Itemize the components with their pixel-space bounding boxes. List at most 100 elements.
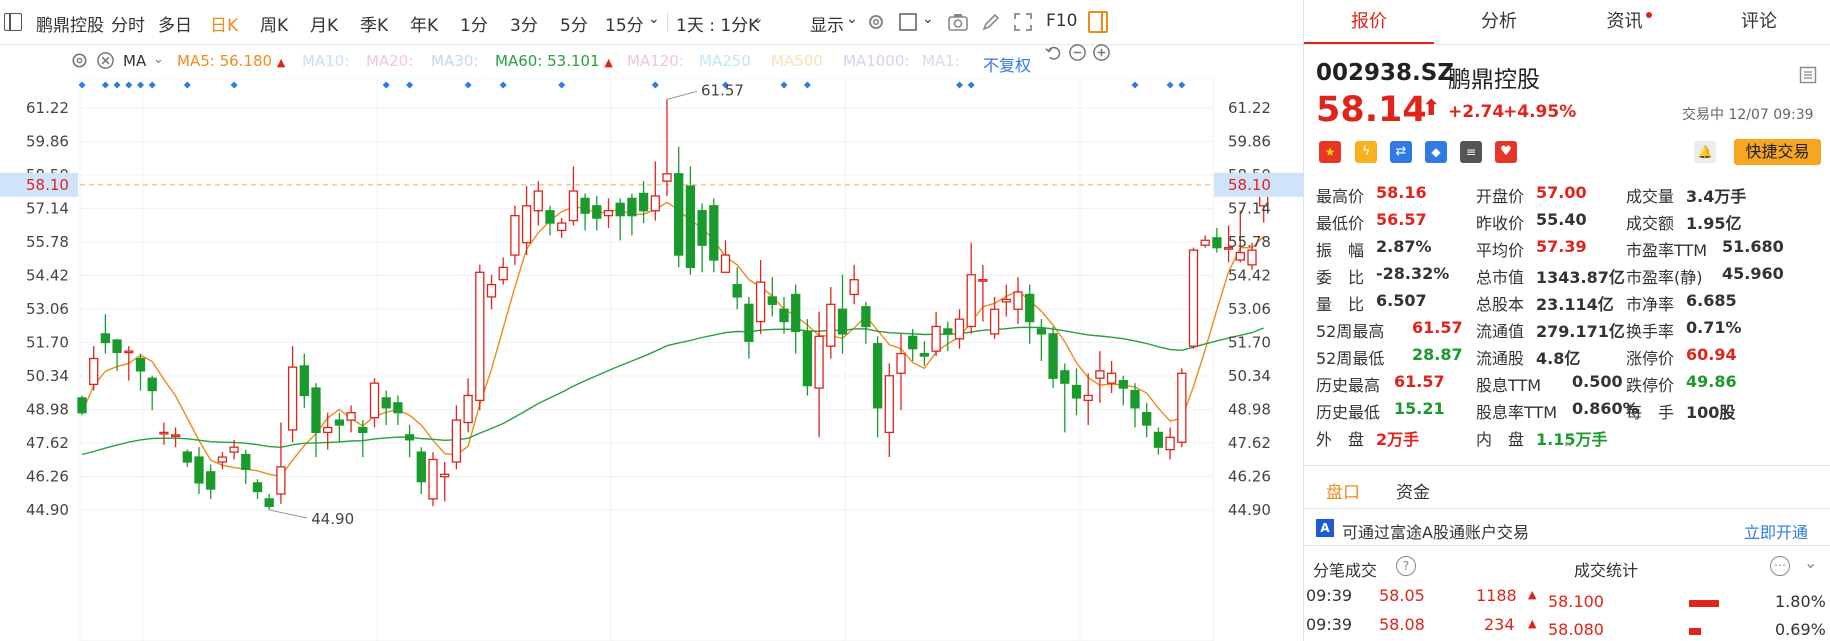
candle-body [475, 271, 485, 402]
quote-field-label: 最低价 [1316, 214, 1365, 233]
sidebar-toggle-icon[interactable] [4, 13, 22, 31]
quote-field-value: 23.114亿 [1536, 295, 1614, 314]
period-tab-3min[interactable]: 3分 [510, 11, 538, 36]
lightning-icon[interactable]: ϟ [1355, 141, 1377, 163]
chevron-down-icon[interactable]: ⌄ [153, 52, 164, 67]
period-tab-multiday[interactable]: 多日 [158, 11, 192, 36]
candle [1083, 373, 1093, 426]
chevron-down-icon[interactable]: ⌄ [922, 11, 934, 27]
bell-icon[interactable]: 🔔 [1694, 141, 1716, 163]
chevron-down-icon[interactable]: ⌄ [648, 11, 660, 27]
more-icon[interactable]: ⋯ [1770, 556, 1790, 576]
quote-field-value: 61.57 [1394, 372, 1445, 391]
chevron-down-icon[interactable]: ⌄ [846, 11, 858, 27]
kline-chart[interactable]: 61.5744.90 61.2259.8658.5057.1455.7854.4… [0, 78, 1303, 641]
candles [77, 99, 1269, 510]
period-tab-daily[interactable]: 日K [210, 11, 238, 36]
subtab-capital[interactable]: 资金 [1396, 478, 1430, 503]
candle [252, 479, 263, 499]
candle [826, 287, 836, 359]
event-marker [230, 81, 238, 89]
display-menu[interactable]: 显示 [810, 11, 844, 36]
candle [451, 405, 462, 470]
candle-body [463, 394, 473, 424]
candle-body [1048, 333, 1058, 379]
period-tab-15min[interactable]: 15分 [605, 11, 644, 36]
candle [978, 264, 988, 322]
candle [147, 375, 157, 411]
candle [896, 333, 906, 411]
tab-quote[interactable]: 报价 [1304, 0, 1434, 44]
candle-body [861, 306, 871, 328]
period-tab-5min[interactable]: 5分 [560, 11, 588, 36]
quick-trade-button[interactable]: 快捷交易 [1734, 139, 1821, 165]
event-marker [1131, 81, 1139, 89]
period-tab-weekly[interactable]: 周K [260, 11, 288, 36]
candle-body [744, 303, 754, 342]
candle-body [416, 451, 426, 483]
candle [358, 420, 368, 458]
tab-analysis[interactable]: 分析 [1434, 0, 1564, 44]
chevron-down-icon[interactable]: ⌄ [752, 11, 764, 27]
price-up-arrow-icon: ⬆ [1422, 96, 1441, 121]
favorite-heart-icon[interactable]: ♥ [1495, 141, 1517, 163]
period-tab-intraday[interactable]: 分时 [111, 11, 145, 36]
gear-icon[interactable] [70, 51, 89, 70]
stock-name-tab[interactable]: 鹏鼎控股 [36, 11, 104, 36]
period-tab-monthly[interactable]: 月K [310, 11, 338, 36]
candle [732, 267, 742, 310]
y-tick-label: 48.98 [1228, 401, 1271, 419]
tag-icon[interactable]: ◆ [1425, 141, 1447, 163]
candle-body [1095, 370, 1105, 379]
shuffle-icon[interactable]: ⇄ [1390, 141, 1412, 163]
y-tick-label: 59.86 [1228, 133, 1271, 151]
candle-body [206, 471, 216, 490]
ma-selector[interactable]: MA [123, 52, 146, 70]
chart-annotations: 61.57 44.90 [269, 81, 744, 528]
chevron-up-icon[interactable]: ⌃ [1562, 441, 1574, 457]
candle-body [580, 197, 590, 214]
period-tab-yearly[interactable]: 年K [410, 11, 438, 36]
period-tab-quarterly[interactable]: 季K [360, 11, 388, 36]
tab-news[interactable]: 资讯 [1564, 0, 1694, 44]
candle-body [194, 456, 204, 484]
help-icon[interactable]: ? [1396, 556, 1416, 576]
candle [791, 284, 801, 354]
period-tab-1min[interactable]: 1分 [460, 11, 488, 36]
chevron-down-icon[interactable]: ⌄ [1804, 553, 1817, 572]
f10-button[interactable]: F10 [1046, 11, 1077, 31]
quote-field-label: 股息TTM [1476, 376, 1542, 395]
open-account-link[interactable]: 立即开通 [1744, 519, 1808, 543]
adjust-mode-button[interactable]: 不复权 [983, 52, 1031, 76]
fullscreen-icon[interactable] [1013, 12, 1033, 32]
range-selector[interactable]: 1天 : 1分K [676, 11, 759, 36]
candle [931, 311, 941, 357]
zoom-out-icon[interactable] [1068, 43, 1087, 62]
candle-body [1165, 436, 1175, 451]
y-tick-label: 47.62 [26, 434, 69, 452]
event-marker [780, 81, 788, 89]
tab-comments[interactable]: 评论 [1694, 0, 1824, 44]
gear-icon[interactable] [866, 12, 886, 32]
quote-field-label: 历史最低 [1316, 403, 1381, 422]
event-marker [125, 81, 133, 89]
candle-body [697, 210, 707, 246]
quote-field-value: 2.87% [1376, 237, 1432, 256]
quote-field-label: 股息率TTM [1476, 403, 1558, 422]
collapse-panel-icon[interactable] [1799, 66, 1817, 84]
pencil-icon[interactable] [981, 12, 1001, 32]
candle [861, 301, 871, 344]
undo-icon[interactable] [1044, 43, 1063, 62]
camera-icon[interactable] [948, 12, 968, 32]
candle [276, 422, 286, 504]
panel-toggle-icon[interactable] [1088, 11, 1108, 33]
candle [206, 464, 216, 499]
candle [428, 452, 438, 507]
close-icon[interactable] [96, 51, 115, 70]
note-icon[interactable]: ≡ [1460, 141, 1482, 163]
subtab-orderbook[interactable]: 盘口 [1326, 478, 1360, 503]
layout-square-icon[interactable] [898, 12, 918, 32]
stats-title: 成交统计 [1574, 561, 1639, 580]
zoom-in-icon[interactable] [1092, 43, 1111, 62]
quote-field-label: 历史最高 [1316, 376, 1381, 395]
